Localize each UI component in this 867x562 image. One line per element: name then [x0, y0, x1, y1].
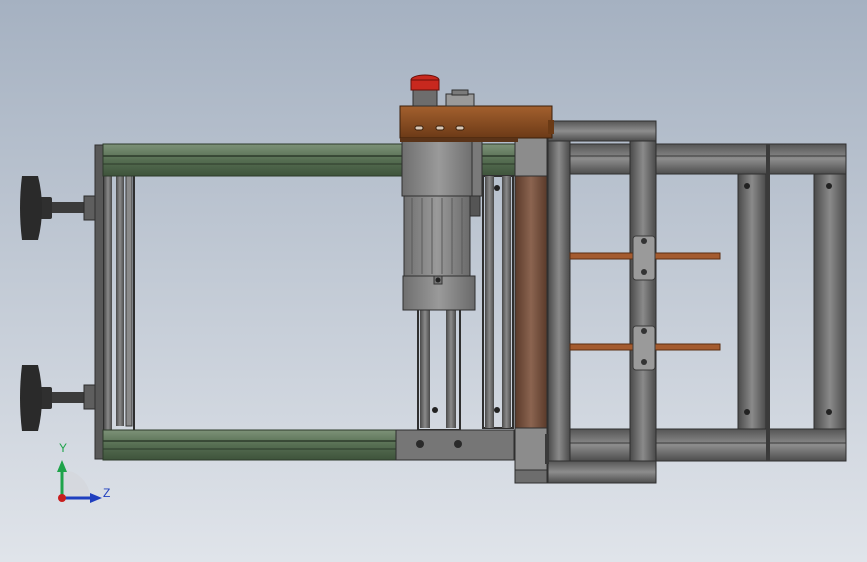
bracket-plate[interactable]: [395, 429, 515, 461]
cad-viewport[interactable]: Y Z: [0, 0, 867, 562]
axis-z-label: Z: [103, 486, 111, 500]
roller-assembly[interactable]: [514, 133, 549, 484]
cad-model-view[interactable]: [0, 0, 867, 562]
emergency-stop-icon[interactable]: [410, 74, 440, 107]
axis-y-label: Y: [59, 441, 68, 455]
control-box[interactable]: [399, 105, 554, 142]
drive-motor[interactable]: [401, 139, 483, 311]
